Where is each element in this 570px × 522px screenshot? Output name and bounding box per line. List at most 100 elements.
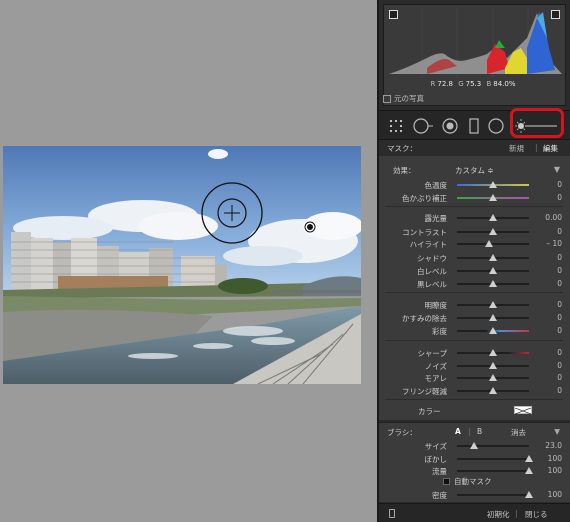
slider-label: モアレ [424, 374, 448, 383]
slider-track[interactable] [457, 240, 529, 247]
slider-knob[interactable] [489, 194, 497, 201]
slider-moire[interactable]: モアレ 0 [379, 372, 570, 384]
slider-knob[interactable] [525, 455, 533, 462]
slider-track[interactable] [457, 301, 529, 308]
slider-label: ハイライト [409, 240, 447, 249]
slider-knob[interactable] [485, 240, 494, 247]
original-photo-checkbox[interactable] [383, 94, 391, 103]
slider-knob[interactable] [489, 280, 497, 287]
slider-saturation[interactable]: 彩度 0 [379, 325, 570, 337]
slider-track[interactable] [457, 467, 533, 474]
slider-track[interactable] [457, 387, 529, 394]
slider-value: 0 [557, 227, 562, 236]
slider-sharpness[interactable]: シャープ 0 [379, 347, 570, 359]
slider-label: 密度 [432, 491, 447, 500]
slider-value: 0.00 [545, 213, 562, 222]
slider-value: 0 [557, 253, 562, 262]
no-color-icon [514, 407, 532, 415]
effect-row: 効果： カスタム ≑ ▼ [393, 165, 560, 176]
slider-blacks[interactable]: 黒レベル 0 [379, 278, 570, 290]
brush-erase-button[interactable]: 消去 [511, 427, 526, 438]
slider-value: 0 [557, 373, 562, 382]
spot-removal-icon[interactable] [412, 117, 434, 135]
slider-knob[interactable] [489, 327, 497, 334]
slider-knob[interactable] [489, 314, 497, 321]
slider-track[interactable] [457, 280, 529, 287]
slider-knob[interactable] [489, 349, 497, 356]
slider-knob[interactable] [489, 374, 497, 381]
slider-dehaze[interactable]: かすみの除去 0 [379, 312, 570, 324]
histogram-graph [389, 8, 562, 78]
slider-noise[interactable]: ノイズ 0 [379, 360, 570, 372]
slider-knob[interactable] [489, 228, 497, 235]
slider-track[interactable] [457, 214, 529, 221]
slider-knob[interactable] [489, 362, 497, 369]
panel-switch-icon[interactable] [389, 509, 395, 518]
red-eye-icon[interactable] [441, 117, 459, 135]
slider-knob[interactable] [489, 267, 497, 274]
slider-knob[interactable] [525, 467, 533, 474]
adjustment-pin[interactable] [304, 221, 316, 233]
slider-brush-size[interactable]: サイズ 23.0 [379, 440, 570, 452]
slider-knob[interactable] [469, 442, 478, 449]
slider-clarity[interactable]: 明瞭度 0 [379, 299, 570, 311]
slider-knob[interactable] [489, 181, 497, 188]
slider-shadows[interactable]: シャドウ 0 [379, 252, 570, 264]
slider-value: 0 [557, 180, 562, 189]
slider-track[interactable] [457, 442, 529, 449]
slider-knob[interactable] [525, 491, 533, 498]
slider-track[interactable] [457, 314, 529, 321]
slider-track[interactable] [457, 194, 529, 201]
photo[interactable] [3, 146, 361, 384]
slider-brush-density[interactable]: 密度 100 [379, 489, 570, 501]
river-city-photo [3, 146, 361, 384]
slider-track[interactable] [457, 254, 529, 261]
panel-collapse-icon[interactable]: ▼ [554, 165, 560, 174]
slider-track[interactable] [457, 455, 533, 462]
mask-new-button[interactable]: 新規 [509, 143, 524, 154]
section-divider [385, 292, 563, 293]
close-button[interactable]: 閉じる [525, 509, 548, 520]
brush-a-button[interactable]: A [455, 427, 461, 436]
slider-track[interactable] [457, 228, 529, 235]
slider-highlights[interactable]: ハイライト – 10 [379, 238, 570, 250]
slider-value: 0 [557, 279, 562, 288]
slider-label: フリンジ軽減 [402, 387, 447, 396]
slider-track[interactable] [457, 374, 529, 381]
reset-button[interactable]: 初期化 [487, 509, 510, 520]
radial-filter-icon[interactable] [487, 117, 505, 135]
auto-mask-toggle[interactable]: 自動マスク [443, 476, 492, 487]
slider-tint[interactable]: 色かぶり補正 0 [379, 192, 570, 204]
image-canvas[interactable] [0, 0, 377, 522]
slider-knob[interactable] [489, 301, 497, 308]
brush-b-button[interactable]: B [477, 427, 482, 436]
auto-mask-checkbox[interactable] [443, 478, 450, 485]
slider-value: 0 [557, 386, 562, 395]
crop-overlay-icon[interactable] [389, 117, 405, 135]
slider-track[interactable] [457, 491, 533, 498]
slider-contrast[interactable]: コントラスト 0 [379, 226, 570, 238]
histogram[interactable]: R 72.8 G 75.3 B 84.0% [383, 4, 566, 106]
effect-preset-dropdown[interactable]: カスタム ≑ [455, 165, 494, 176]
slider-defringe[interactable]: フリンジ軽減 0 [379, 385, 570, 397]
graduated-filter-icon[interactable] [467, 117, 481, 135]
slider-brush-feather[interactable]: ぼかし 100 [379, 453, 570, 465]
original-photo-toggle[interactable]: 元の写真 [383, 93, 424, 104]
slider-temp[interactable]: 色温度 0 [379, 179, 570, 191]
slider-track[interactable] [457, 327, 529, 334]
brush-collapse-icon[interactable]: ▼ [554, 427, 560, 436]
slider-exposure[interactable]: 露光量 0.00 [379, 212, 570, 224]
slider-track[interactable] [457, 349, 529, 356]
mask-edit-button[interactable]: 編集 [543, 143, 558, 154]
slider-knob[interactable] [489, 387, 497, 394]
slider-knob[interactable] [489, 254, 497, 261]
slider-track[interactable] [457, 267, 529, 274]
slider-knob[interactable] [489, 214, 497, 221]
active-tool-highlight [510, 108, 564, 138]
color-swatch[interactable] [514, 406, 532, 415]
section-divider [385, 340, 563, 341]
slider-track[interactable] [457, 362, 529, 369]
slider-whites[interactable]: 白レベル 0 [379, 265, 570, 277]
slider-value: 100 [547, 454, 562, 463]
slider-track[interactable] [457, 181, 529, 188]
